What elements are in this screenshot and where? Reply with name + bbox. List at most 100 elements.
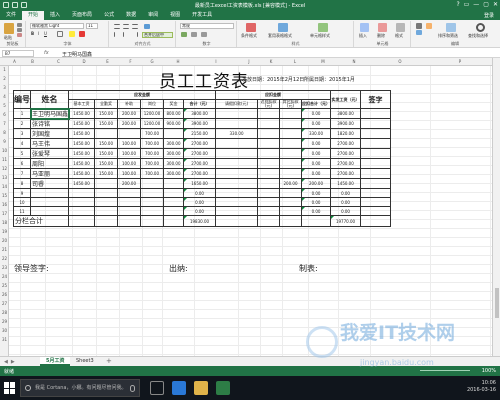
table-cell[interactable]: 100.00 (117, 168, 142, 179)
currency-icon[interactable] (181, 32, 187, 37)
table-cell[interactable]: 0.00 (183, 206, 217, 216)
align-left-icon[interactable] (114, 32, 120, 37)
subtotal-cell[interactable] (163, 215, 185, 227)
employee-name-cell[interactable]: 马王伟 (29, 138, 70, 149)
table-cell[interactable] (215, 197, 259, 207)
table-format-icon[interactable] (278, 23, 288, 32)
employee-name-cell[interactable] (29, 197, 70, 207)
close-button[interactable]: ✕ (493, 1, 498, 8)
table-cell[interactable] (215, 168, 259, 179)
table-cell[interactable]: 3 (13, 128, 31, 139)
column-header[interactable]: C (45, 59, 72, 64)
font-name-select[interactable]: 微软雅黑 Light (30, 23, 84, 29)
table-cell[interactable]: 150.00 (94, 158, 119, 169)
table-cell[interactable] (215, 158, 259, 169)
column-header[interactable]: D (72, 59, 96, 64)
sheet-tab-may[interactable]: 5月工资 (40, 357, 71, 366)
table-cell[interactable]: 0.00 (301, 197, 332, 207)
table-cell[interactable] (94, 206, 119, 216)
copy-icon[interactable] (17, 28, 22, 32)
table-cell[interactable]: 100.00 (117, 158, 142, 169)
tab-view[interactable]: 视图 (164, 11, 186, 20)
sort-filter-icon[interactable] (446, 23, 456, 32)
row-header[interactable]: 22 (0, 256, 9, 261)
signature-cell[interactable] (360, 148, 392, 159)
insert-cells-icon[interactable] (360, 23, 369, 32)
employee-name-cell[interactable]: 张爱琴 (29, 148, 70, 159)
row-header[interactable]: 25 (0, 283, 9, 288)
table-cell[interactable] (215, 148, 259, 159)
subtotal-cell[interactable] (140, 215, 165, 227)
table-cell[interactable]: 0.00 (183, 197, 217, 207)
formula-input[interactable]: 王卫明马国鑫 (62, 51, 92, 58)
table-cell[interactable] (140, 197, 165, 207)
table-cell[interactable]: 10 (13, 197, 31, 207)
column-header[interactable]: G (142, 59, 162, 64)
table-cell[interactable]: 4 (13, 138, 31, 149)
table-cell[interactable]: 1450.00 (68, 148, 96, 159)
table-cell[interactable] (94, 128, 119, 139)
excel-taskbar-icon[interactable] (216, 381, 230, 395)
conditional-format-label[interactable]: 条件格式 (241, 33, 257, 39)
underline-button[interactable]: U (44, 31, 47, 36)
align-bottom-icon[interactable] (132, 24, 138, 29)
table-cell[interactable]: 300.00 (163, 158, 185, 169)
table-cell[interactable]: 0.00 (301, 118, 332, 129)
subtotal-cell[interactable] (257, 215, 281, 227)
table-cell[interactable] (163, 197, 185, 207)
table-cell[interactable] (257, 197, 281, 207)
find-select-label[interactable]: 查找和选择 (468, 33, 488, 39)
tab-developer[interactable]: 开发工具 (186, 11, 218, 20)
table-cell[interactable] (257, 188, 281, 198)
table-cell[interactable]: 0.00 (301, 148, 332, 159)
table-cell[interactable] (68, 197, 96, 207)
row-header[interactable]: 5 (0, 103, 9, 108)
insert-function-icon[interactable]: fx (44, 50, 49, 56)
table-cell[interactable]: 11 (13, 206, 31, 216)
table-cell[interactable]: 9 (13, 188, 31, 198)
table-cell[interactable]: 200.00 (117, 108, 142, 119)
sheet-nav-arrows[interactable]: ◀▶ (4, 359, 18, 365)
table-cell[interactable]: 8 (13, 178, 31, 189)
column-header[interactable]: F (119, 59, 142, 64)
column-header[interactable]: L (282, 59, 308, 64)
table-cell[interactable] (279, 118, 303, 129)
format-cells-icon[interactable] (396, 23, 405, 32)
table-cell[interactable] (215, 206, 259, 216)
table-format-label[interactable]: 套用表格格式 (268, 33, 292, 39)
align-middle-icon[interactable] (123, 24, 129, 29)
tab-formulas[interactable]: 公式 (98, 11, 120, 20)
row-header[interactable]: 16 (0, 202, 9, 207)
table-cell[interactable]: 1450.00 (68, 128, 96, 139)
table-cell[interactable]: 300.00 (163, 148, 185, 159)
tab-file[interactable]: 文件 (0, 11, 22, 20)
table-cell[interactable]: 900.00 (163, 118, 185, 129)
row-header[interactable]: 29 (0, 319, 9, 324)
subtotal-cell[interactable] (301, 215, 332, 227)
table-cell[interactable] (117, 206, 142, 216)
table-cell[interactable] (279, 168, 303, 179)
table-cell[interactable]: 1450.00 (68, 178, 96, 189)
signature-cell[interactable] (360, 118, 392, 129)
wrap-text-icon[interactable] (144, 24, 150, 29)
column-header[interactable]: E (96, 59, 119, 64)
scroll-thumb[interactable] (495, 288, 499, 318)
table-cell[interactable] (257, 206, 281, 216)
bold-button[interactable]: B (31, 31, 34, 36)
signature-cell[interactable] (360, 158, 392, 169)
table-cell[interactable]: 150.00 (94, 138, 119, 149)
table-cell[interactable]: 200.00 (279, 178, 303, 189)
signature-cell[interactable] (360, 108, 392, 119)
table-cell[interactable] (215, 108, 259, 119)
table-cell[interactable]: 2 (13, 118, 31, 129)
tab-review[interactable]: 审阅 (142, 11, 164, 20)
table-cell[interactable]: 2700.00 (330, 138, 362, 149)
table-cell[interactable]: 1450.00 (68, 118, 96, 129)
row-header[interactable]: 8 (0, 130, 9, 135)
table-cell[interactable] (117, 188, 142, 198)
table-cell[interactable] (257, 148, 281, 159)
employee-name-cell[interactable]: 马亚丽 (29, 168, 70, 179)
table-cell[interactable]: 1650.00 (183, 178, 217, 189)
name-box[interactable]: B7 (2, 50, 34, 57)
row-header[interactable]: 30 (0, 328, 9, 333)
